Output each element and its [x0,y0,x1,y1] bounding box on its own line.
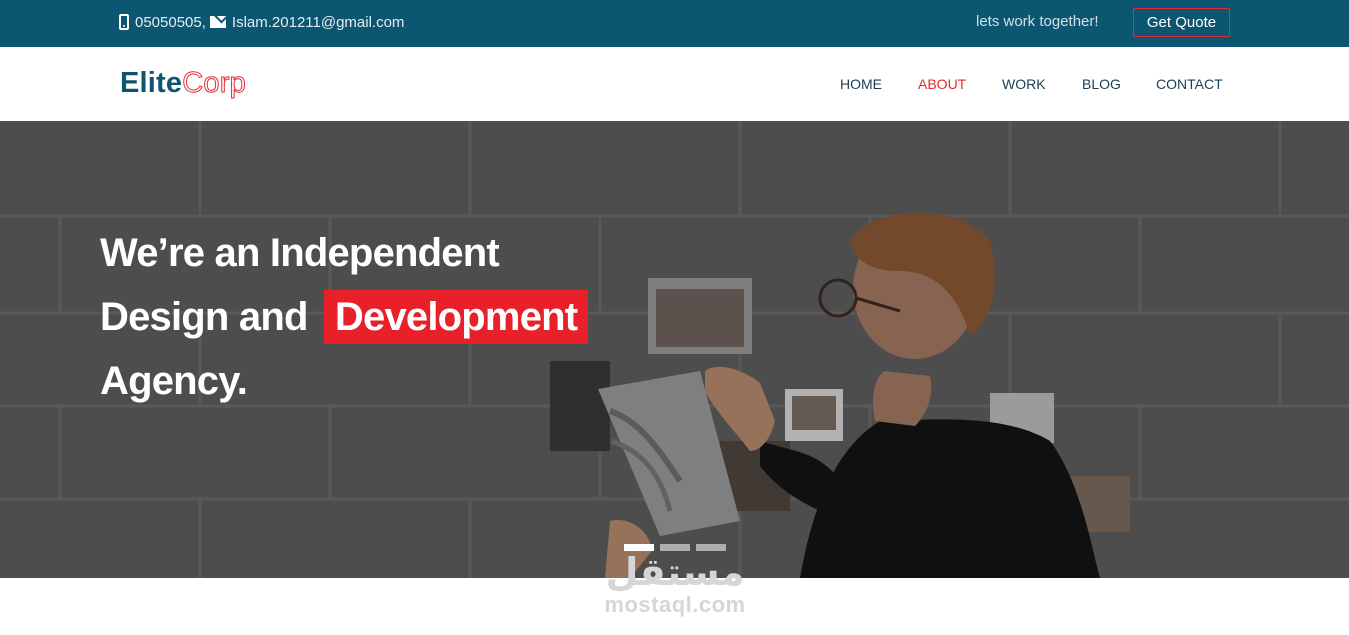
watermark-arabic: مستقل [605,550,745,594]
main-navbar: EliteCorp HOME ABOUT WORK BLOG CONTACT [0,47,1349,121]
hero-heading-line-2-prefix: Design and [100,295,308,339]
tagline: lets work together! [976,13,1099,30]
hero-heading-line-1: We’re an Independent [100,231,500,275]
watermark: مستقل mostaql.com [590,552,760,618]
phone-number[interactable]: 05050505, [135,14,206,31]
mobile-phone-icon [119,14,129,30]
hero-heading-line-2: Design and Development [100,285,589,349]
brand-name-secondary: Corp [182,67,246,100]
top-contact-bar: 05050505, Islam.201211@gmail.com lets wo… [0,0,1349,47]
nav-link-blog[interactable]: BLOG [1082,76,1121,92]
nav-item-contact[interactable]: CONTACT [1156,47,1223,121]
nav-link-work[interactable]: WORK [1002,76,1046,92]
hero-heading-line-3: Agency. [100,359,248,403]
watermark-latin: mostaql.com [604,592,746,617]
hero-heading: We’re an Independent Design and Developm… [100,221,589,413]
get-quote-button[interactable]: Get Quote [1133,8,1230,37]
nav-link-contact[interactable]: CONTACT [1156,76,1223,92]
brand-name-primary: Elite [120,67,183,99]
nav-item-work[interactable]: WORK [1002,47,1046,121]
hero-highlight: Development [323,290,589,344]
contact-info: 05050505, Islam.201211@gmail.com [119,0,404,44]
nav-link-about[interactable]: ABOUT [918,76,966,92]
brand-logo[interactable]: EliteCorp [120,67,246,100]
nav-item-home[interactable]: HOME [840,47,882,121]
hero-slider: We’re an Independent Design and Developm… [0,121,1349,578]
nav-link-home[interactable]: HOME [840,76,882,92]
email-address[interactable]: Islam.201211@gmail.com [232,14,405,31]
envelope-icon [209,16,226,28]
nav-item-blog[interactable]: BLOG [1082,47,1121,121]
nav-item-about[interactable]: ABOUT [918,47,966,121]
